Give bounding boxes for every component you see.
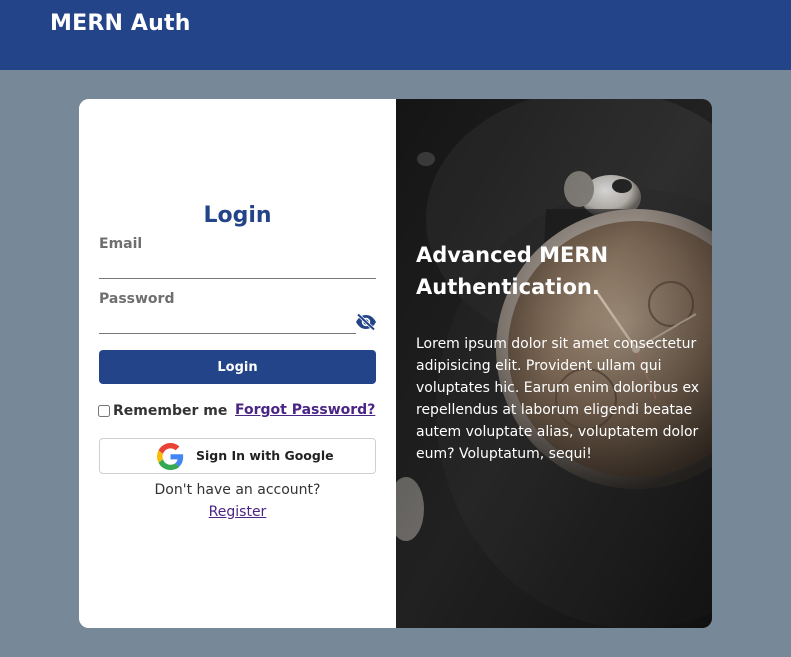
auth-card: Login Email Password Login Remember me F… [79,99,712,628]
email-label: Email [99,236,143,252]
login-button[interactable]: Login [99,350,376,384]
register-link[interactable]: Register [79,504,396,520]
remember-me-checkbox[interactable] [98,405,110,417]
login-panel: Login Email Password Login Remember me F… [79,99,396,628]
hero-heading: Advanced MERN Authentication. [416,243,609,299]
login-title: Login [203,203,272,228]
no-account-text: Don't have an account? [154,482,321,498]
forgot-password-link[interactable]: Forgot Password? [235,402,375,418]
hero-description: Lorem ipsum dolor sit amet consectetur a… [416,336,700,462]
google-icon [157,443,184,470]
password-label: Password [99,291,175,307]
email-input[interactable] [99,256,376,279]
password-input[interactable] [99,311,356,334]
google-sign-in-label: Sign In with Google [196,448,334,463]
brand-title[interactable]: MERN Auth [50,11,191,36]
remember-me-row: Remember me [98,402,227,420]
remember-me-label[interactable]: Remember me [113,403,227,419]
hero-panel: Advanced MERN Authentication. Lorem ipsu… [396,99,712,628]
navbar: MERN Auth [0,0,791,70]
eye-slash-icon[interactable] [355,313,377,331]
google-sign-in-button[interactable]: Sign In with Google [99,438,376,474]
